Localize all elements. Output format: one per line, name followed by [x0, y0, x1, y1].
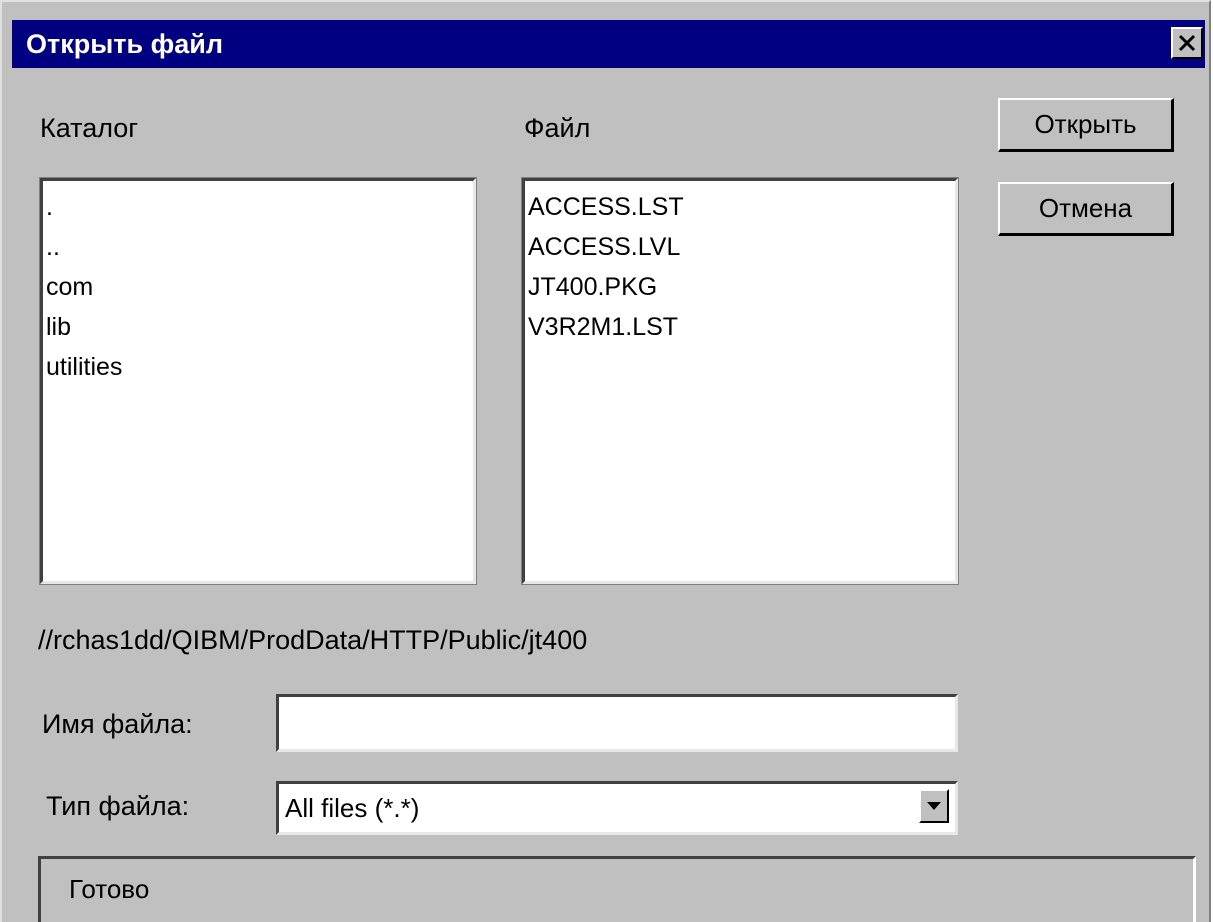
list-item[interactable]: ..: [46, 227, 473, 267]
status-bar: Готово: [38, 856, 1196, 922]
cancel-button[interactable]: Отмена: [998, 182, 1174, 236]
filetype-select[interactable]: All files (*.*): [276, 781, 958, 835]
dialog-title: Открыть файл: [26, 29, 224, 59]
title-bar: Открыть файл: [12, 20, 1205, 68]
filename-input[interactable]: [276, 694, 958, 752]
list-item[interactable]: com: [46, 267, 473, 307]
list-item[interactable]: JT400.PKG: [528, 267, 955, 307]
filetype-label: Тип файла:: [46, 791, 190, 821]
list-item[interactable]: lib: [46, 307, 473, 347]
directory-label: Каталог: [40, 113, 139, 143]
dropdown-button[interactable]: [919, 789, 949, 823]
file-label: Файл: [524, 113, 591, 143]
close-icon: [1178, 34, 1196, 52]
list-item[interactable]: V3R2M1.LST: [528, 307, 955, 347]
close-button[interactable]: [1171, 27, 1203, 59]
list-item[interactable]: utilities: [46, 347, 473, 387]
open-file-dialog: Открыть файл Каталог . .. com lib utilit…: [0, 0, 1211, 922]
list-item[interactable]: .: [46, 187, 473, 227]
filename-label: Имя файла:: [42, 709, 193, 739]
current-path: //rchas1dd/QIBM/ProdData/HTTP/Public/jt4…: [38, 625, 588, 655]
list-item[interactable]: ACCESS.LST: [528, 187, 955, 227]
status-text: Готово: [69, 874, 150, 904]
chevron-down-icon: [927, 802, 941, 810]
directory-list[interactable]: . .. com lib utilities: [39, 177, 477, 585]
filetype-selected-value: All files (*.*): [285, 793, 420, 823]
list-item[interactable]: ACCESS.LVL: [528, 227, 955, 267]
open-button[interactable]: Открыть: [998, 98, 1174, 152]
file-list[interactable]: ACCESS.LST ACCESS.LVL JT400.PKG V3R2M1.L…: [521, 177, 959, 585]
